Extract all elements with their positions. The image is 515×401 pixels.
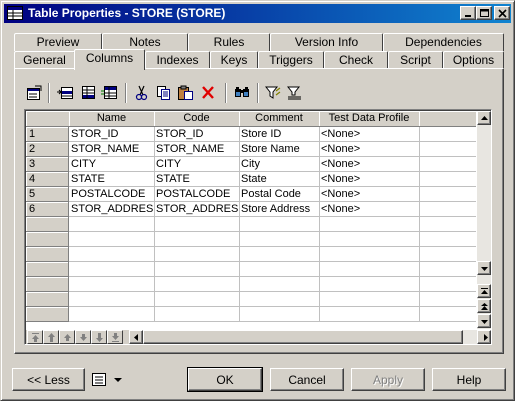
tab-label: Preview xyxy=(36,35,80,49)
tab-version-info[interactable]: Version Info xyxy=(270,33,383,51)
tab-dependencies[interactable]: Dependencies xyxy=(383,33,504,51)
tab-label: Keys xyxy=(220,53,248,67)
tab-indexes[interactable]: Indexes xyxy=(145,51,210,69)
tab-general[interactable]: General xyxy=(14,51,75,69)
tab-label: Indexes xyxy=(156,53,199,67)
tab-options[interactable]: Options xyxy=(443,51,504,69)
minimize-icon xyxy=(465,15,471,17)
tab-label: Notes xyxy=(129,35,161,49)
less-button[interactable]: << Less xyxy=(12,368,85,391)
table-properties-window: Table Properties - STORE (STORE) Preview… xyxy=(0,0,515,401)
close-icon xyxy=(498,9,507,18)
apply-button[interactable]: Apply xyxy=(351,368,425,391)
maximize-icon xyxy=(480,9,489,17)
tab-label: Version Info xyxy=(294,35,359,49)
ok-button[interactable]: OK xyxy=(187,367,263,392)
title-bar[interactable]: Table Properties - STORE (STORE) xyxy=(4,4,511,23)
tab-label: General xyxy=(23,53,66,67)
tab-keys[interactable]: Keys xyxy=(210,51,258,69)
tab-rules[interactable]: Rules xyxy=(188,33,270,51)
tab-triggers[interactable]: Triggers xyxy=(258,51,324,69)
cancel-button[interactable]: Cancel xyxy=(270,368,344,391)
table-icon xyxy=(7,6,23,21)
close-button[interactable] xyxy=(494,6,510,20)
maximize-button[interactable] xyxy=(476,6,492,20)
tab-script[interactable]: Script xyxy=(388,51,443,69)
tab-columns[interactable]: Columns xyxy=(74,49,145,70)
tab-label: Options xyxy=(452,53,495,67)
tab-label: Columns xyxy=(85,51,134,65)
list-view-icon xyxy=(92,373,122,386)
tab-label: Rules xyxy=(213,35,245,49)
view-menu-button[interactable] xyxy=(90,370,130,389)
tab-label: Triggers xyxy=(269,53,313,67)
columns-tab-panel xyxy=(14,68,504,354)
tab-label: Script xyxy=(400,53,431,67)
tab-check[interactable]: Check xyxy=(324,51,388,69)
minimize-button[interactable] xyxy=(460,6,476,20)
help-button[interactable]: Help xyxy=(432,368,506,391)
tab-label: Check xyxy=(338,53,373,67)
tab-label: Dependencies xyxy=(405,35,482,49)
window-title: Table Properties - STORE (STORE) xyxy=(28,6,226,20)
